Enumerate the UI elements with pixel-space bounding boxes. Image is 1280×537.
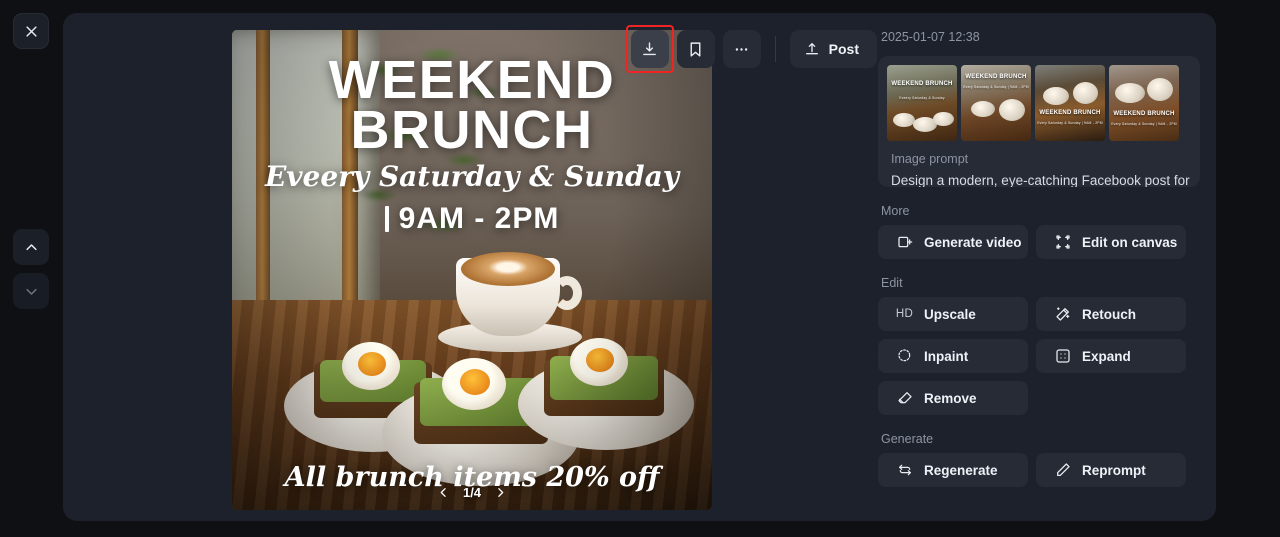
pager-next-button[interactable] (494, 486, 507, 499)
thumbnail-2[interactable]: WEEKEND BRUNCH Every Saturday & Sunday |… (961, 65, 1031, 141)
upscale-label: Upscale (924, 306, 976, 322)
inpaint-brush-icon (896, 348, 913, 364)
retouch-label: Retouch (1082, 306, 1136, 322)
close-icon (25, 25, 37, 37)
chevron-up-icon (25, 243, 37, 250)
edit-on-canvas-button[interactable]: Edit on canvas (1036, 225, 1186, 259)
pencil-icon (1054, 462, 1071, 478)
thumbnail-strip: WEEKEND BRUNCH Eveery Saturday & Sunday … (878, 56, 1200, 141)
poster-background (232, 30, 712, 510)
more-options-button[interactable] (722, 30, 761, 68)
more-actions: Generate video Edit on canvas (878, 225, 1200, 259)
image-detail-viewer: WEEKEND BRUNCH Eveery Saturday & Sunday … (0, 0, 1280, 537)
details-sidebar: 2025-01-07 12:38 WEEKEND BRUNCH Eveery S… (878, 30, 1200, 487)
poster-image[interactable]: WEEKEND BRUNCH Eveery Saturday & Sunday … (232, 30, 712, 510)
chevron-down-icon (25, 288, 37, 295)
edit-on-canvas-label: Edit on canvas (1082, 234, 1178, 250)
expand-box-icon (1054, 348, 1071, 364)
generate-actions: Regenerate Reprompt (878, 453, 1200, 487)
section-title-generate: Generate (881, 432, 934, 446)
video-frame-icon (896, 234, 913, 250)
download-icon (643, 41, 657, 55)
inpaint-button[interactable]: Inpaint (878, 339, 1028, 373)
prompt-card[interactable]: WEEKEND BRUNCH Eveery Saturday & Sunday … (878, 56, 1200, 187)
thumbnail-3[interactable]: WEEKEND BRUNCH Every Saturday & Sunday |… (1035, 65, 1105, 141)
regenerate-button[interactable]: Regenerate (878, 453, 1028, 487)
download-button-wrapper (625, 25, 674, 73)
prompt-label: Image prompt (891, 152, 969, 166)
generate-video-label: Generate video (924, 234, 1022, 250)
generate-video-button[interactable]: Generate video (878, 225, 1028, 259)
next-image-button[interactable] (13, 273, 49, 309)
reprompt-label: Reprompt (1082, 462, 1146, 478)
section-title-more: More (881, 204, 910, 218)
previous-image-button[interactable] (13, 229, 49, 265)
image-pagination: 1/4 (437, 485, 507, 500)
retouch-button[interactable]: Retouch (1036, 297, 1186, 331)
more-horizontal-icon (735, 47, 748, 51)
upload-icon (805, 43, 818, 55)
thumbnail-1[interactable]: WEEKEND BRUNCH Eveery Saturday & Sunday (887, 65, 957, 141)
bookmark-icon (690, 41, 701, 57)
main-panel: WEEKEND BRUNCH Eveery Saturday & Sunday … (63, 13, 1216, 521)
chevron-right-icon (498, 488, 504, 497)
bookmark-button[interactable] (676, 30, 715, 68)
expand-button[interactable]: Expand (1036, 339, 1186, 373)
reprompt-button[interactable]: Reprompt (1036, 453, 1186, 487)
post-button-label: Post (828, 41, 859, 57)
inpaint-label: Inpaint (924, 348, 969, 364)
download-button[interactable] (630, 30, 669, 68)
chevron-left-icon (440, 488, 446, 497)
hd-icon: HD (895, 308, 914, 320)
close-button[interactable] (13, 13, 49, 49)
canvas-transform-icon (1054, 234, 1071, 250)
post-button[interactable]: Post (789, 30, 877, 68)
image-toolbar: Post (625, 25, 877, 73)
expand-label: Expand (1082, 348, 1131, 364)
section-title-edit: Edit (881, 276, 903, 290)
refresh-icon (896, 462, 913, 478)
prompt-text: Design a modern, eye-catching Facebook p… (891, 173, 1190, 187)
regenerate-label: Regenerate (924, 462, 998, 478)
pager-prev-button[interactable] (437, 486, 450, 499)
pager-counter: 1/4 (462, 485, 482, 500)
remove-button[interactable]: Remove (878, 381, 1028, 415)
left-rail (0, 0, 62, 537)
edit-actions: HD Upscale Retouch Inpaint Expand Remove (878, 297, 1200, 415)
thumbnail-4[interactable]: WEEKEND BRUNCH Every Saturday & Sunday |… (1109, 65, 1179, 141)
magic-wand-icon (1054, 306, 1071, 322)
eraser-icon (896, 390, 913, 406)
generation-timestamp: 2025-01-07 12:38 (881, 30, 980, 44)
image-preview: WEEKEND BRUNCH Eveery Saturday & Sunday … (232, 30, 712, 510)
upscale-button[interactable]: HD Upscale (878, 297, 1028, 331)
remove-label: Remove (924, 390, 977, 406)
toolbar-divider (774, 36, 776, 62)
